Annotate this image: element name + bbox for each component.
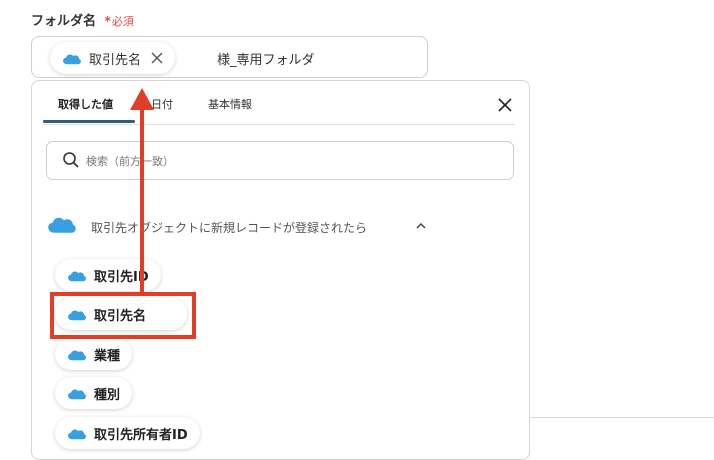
annotation-arrow-icon [130, 88, 154, 293]
close-icon[interactable] [497, 97, 513, 113]
tab-acquired-values[interactable]: 取得した値 [58, 96, 113, 112]
tab-date[interactable]: 日付 [151, 96, 173, 112]
salesforce-cloud-icon [68, 388, 86, 399]
salesforce-cloud-icon [68, 270, 86, 281]
background-divider [530, 417, 714, 418]
salesforce-cloud-icon [68, 428, 86, 439]
required-star: * [104, 14, 111, 28]
list-item-industry[interactable]: 業種 [55, 338, 133, 370]
tab-basic-info[interactable]: 基本情報 [208, 96, 252, 112]
search-icon [63, 152, 79, 168]
active-tab-indicator [43, 120, 135, 123]
required-text: 必須 [111, 15, 134, 28]
list-item-owner-id[interactable]: 取引先所有者ID [55, 417, 200, 449]
folder-name-suffix-text: 様_専用フォルダ [217, 53, 315, 68]
salesforce-cloud-icon [68, 349, 86, 360]
salesforce-cloud-icon [48, 217, 76, 233]
salesforce-cloud-icon [63, 53, 81, 64]
list-item-label: 種別 [94, 387, 121, 403]
list-item-label: 業種 [94, 348, 121, 364]
highlight-box [50, 292, 196, 339]
tab-divider [43, 124, 515, 125]
list-item-label: 取引先所有者ID [94, 427, 188, 443]
chip-label: 取引先名 [89, 52, 142, 68]
folder-name-label: フォルダ名 *必須 [31, 10, 134, 29]
folder-name-label-text: フォルダ名 [31, 14, 97, 29]
list-item-type[interactable]: 種別 [55, 377, 133, 409]
chevron-up-icon[interactable] [415, 220, 427, 232]
folder-name-chip[interactable]: 取引先名 [50, 42, 176, 74]
remove-chip-icon[interactable] [151, 52, 163, 64]
